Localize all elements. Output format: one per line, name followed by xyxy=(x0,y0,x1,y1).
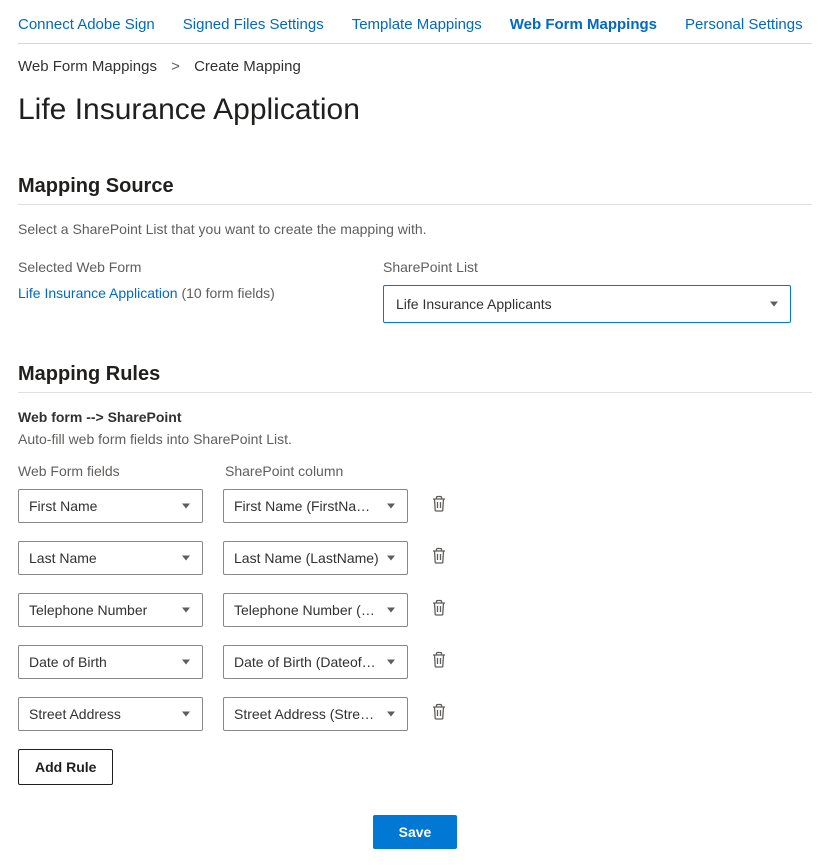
tabs-nav: Connect Adobe Sign Signed Files Settings… xyxy=(18,16,812,44)
mapping-source-desc: Select a SharePoint List that you want t… xyxy=(18,221,812,237)
tab-signed-files-settings[interactable]: Signed Files Settings xyxy=(183,16,324,33)
breadcrumb-separator: > xyxy=(171,58,180,75)
delete-rule-button[interactable] xyxy=(428,495,450,517)
trash-icon xyxy=(431,651,447,674)
rule-row: Telephone Number Telephone Number (Tele… xyxy=(18,593,812,627)
web-form-field-count: (10 form fields) xyxy=(181,285,274,301)
chevron-down-icon xyxy=(387,504,395,509)
mapping-source-heading: Mapping Source xyxy=(18,175,812,198)
breadcrumb-current: Create Mapping xyxy=(194,58,301,75)
sharepoint-column-select[interactable]: First Name (FirstName) xyxy=(223,489,408,523)
breadcrumb: Web Form Mappings > Create Mapping xyxy=(18,58,812,75)
mapping-rules-desc: Auto-fill web form fields into SharePoin… xyxy=(18,431,812,447)
page-title: Life Insurance Application xyxy=(18,93,812,127)
web-form-field-select[interactable]: Last Name xyxy=(18,541,203,575)
rule-row: Last Name Last Name (LastName) xyxy=(18,541,812,575)
save-button[interactable]: Save xyxy=(373,815,458,849)
chevron-down-icon xyxy=(182,504,190,509)
trash-icon xyxy=(431,495,447,518)
chevron-down-icon xyxy=(182,556,190,561)
rule-row: Street Address Street Address (StreetAd… xyxy=(18,697,812,731)
web-form-field-value: First Name xyxy=(29,498,97,514)
breadcrumb-root[interactable]: Web Form Mappings xyxy=(18,58,157,75)
divider xyxy=(18,392,812,393)
chevron-down-icon xyxy=(387,608,395,613)
web-form-field-select[interactable]: First Name xyxy=(18,489,203,523)
trash-icon xyxy=(431,703,447,726)
web-form-link[interactable]: Life Insurance Application xyxy=(18,285,178,301)
web-form-field-select[interactable]: Telephone Number xyxy=(18,593,203,627)
delete-rule-button[interactable] xyxy=(428,703,450,725)
sharepoint-column-select[interactable]: Telephone Number (Tele… xyxy=(223,593,408,627)
chevron-down-icon xyxy=(770,302,778,307)
tab-connect-adobe-sign[interactable]: Connect Adobe Sign xyxy=(18,16,155,33)
web-form-field-value: Date of Birth xyxy=(29,654,107,670)
mapping-rules-subheading: Web form --> SharePoint xyxy=(18,409,812,425)
selected-web-form-value: Life Insurance Application (10 form fiel… xyxy=(18,285,343,301)
rule-row: Date of Birth Date of Birth (DateofBirth) xyxy=(18,645,812,679)
tab-web-form-mappings[interactable]: Web Form Mappings xyxy=(510,16,657,33)
trash-icon xyxy=(431,547,447,570)
selected-web-form-label: Selected Web Form xyxy=(18,259,343,275)
divider xyxy=(18,204,812,205)
chevron-down-icon xyxy=(182,660,190,665)
sharepoint-column-value: Telephone Number (Tele… xyxy=(234,602,379,618)
sharepoint-list-label: SharePoint List xyxy=(383,259,791,275)
sharepoint-column-value: First Name (FirstName) xyxy=(234,498,379,514)
sharepoint-column-select[interactable]: Last Name (LastName) xyxy=(223,541,408,575)
sharepoint-column-value: Last Name (LastName) xyxy=(234,550,379,566)
web-form-field-value: Telephone Number xyxy=(29,602,147,618)
delete-rule-button[interactable] xyxy=(428,547,450,569)
web-form-field-select[interactable]: Street Address xyxy=(18,697,203,731)
sharepoint-column-select[interactable]: Street Address (StreetAd… xyxy=(223,697,408,731)
rules-list: First Name First Name (FirstName) Last Nam… xyxy=(18,489,812,731)
rule-column-headers: Web Form fields SharePoint column xyxy=(18,463,812,479)
delete-rule-button[interactable] xyxy=(428,599,450,621)
delete-rule-button[interactable] xyxy=(428,651,450,673)
rule-row: First Name First Name (FirstName) xyxy=(18,489,812,523)
web-form-field-select[interactable]: Date of Birth xyxy=(18,645,203,679)
mapping-rules-heading: Mapping Rules xyxy=(18,363,812,386)
sharepoint-list-value: Life Insurance Applicants xyxy=(396,296,552,312)
sharepoint-column-value: Street Address (StreetAd… xyxy=(234,706,379,722)
chevron-down-icon xyxy=(387,556,395,561)
tab-template-mappings[interactable]: Template Mappings xyxy=(352,16,482,33)
col-header-webform: Web Form fields xyxy=(18,463,203,479)
tab-personal-settings[interactable]: Personal Settings xyxy=(685,16,803,33)
chevron-down-icon xyxy=(182,712,190,717)
web-form-field-value: Street Address xyxy=(29,706,121,722)
web-form-field-value: Last Name xyxy=(29,550,97,566)
col-header-sharepoint: SharePoint column xyxy=(225,463,343,479)
chevron-down-icon xyxy=(182,608,190,613)
chevron-down-icon xyxy=(387,660,395,665)
add-rule-button[interactable]: Add Rule xyxy=(18,749,113,785)
sharepoint-column-select[interactable]: Date of Birth (DateofBirth) xyxy=(223,645,408,679)
sharepoint-list-select[interactable]: Life Insurance Applicants xyxy=(383,285,791,323)
sharepoint-column-value: Date of Birth (DateofBirth) xyxy=(234,654,379,670)
trash-icon xyxy=(431,599,447,622)
chevron-down-icon xyxy=(387,712,395,717)
